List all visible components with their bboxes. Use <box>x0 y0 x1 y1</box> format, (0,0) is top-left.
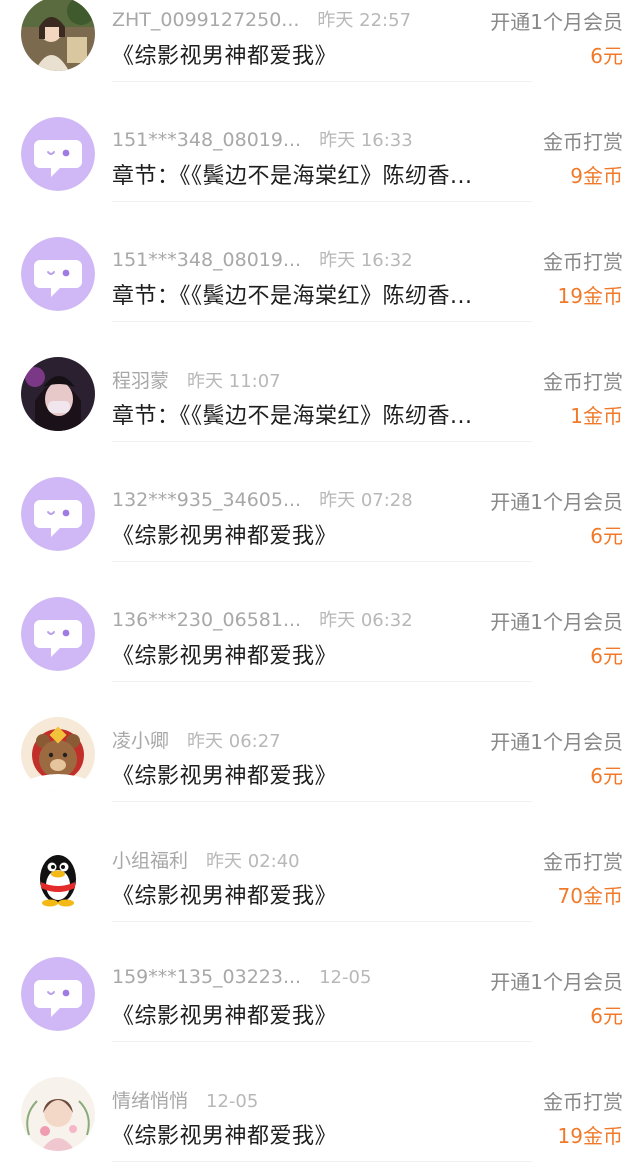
default-chat-bubble-icon[interactable] <box>21 477 95 551</box>
item-title: 章节：《《鬓边不是海棠红》陈纫香... <box>112 164 473 189</box>
reward-type: 金币打赏 <box>543 850 623 874</box>
user-meta: 136***230_06581... 昨天 06:32 <box>112 606 413 632</box>
timestamp: 昨天 02:40 <box>206 851 300 872</box>
reward-type: 金币打赏 <box>543 130 623 154</box>
list-item[interactable]: 程羽蒙 昨天 11:07 章节：《《鬓边不是海棠红》陈纫香... 金币打赏 1金币 <box>0 322 640 442</box>
reward-type: 金币打赏 <box>543 370 623 394</box>
reward-amount: 19金币 <box>557 1124 623 1148</box>
list-item[interactable]: 151***348_08019... 昨天 16:32 章节：《《鬓边不是海棠红》陈… <box>0 202 640 322</box>
user-meta: 程羽蒙 昨天 11:07 <box>112 366 281 393</box>
list-item[interactable]: 情绪悄悄 12-05 《综影视男神都爱我》 金币打赏 19金币 <box>0 1042 640 1162</box>
reward-record-list: ZHT_0099127250... 昨天 22:57 《综影视男神都爱我》 开通1个月… <box>0 0 640 1162</box>
user-meta: 小组福利 昨天 02:40 <box>112 846 300 873</box>
user-meta: 151***348_08019... 昨天 16:32 <box>112 246 413 272</box>
reward-amount: 6元 <box>590 524 623 548</box>
photo-girl-painting-icon[interactable] <box>21 0 95 71</box>
user-meta: ZHT_0099127250... 昨天 22:57 <box>112 6 411 32</box>
user-name: 151***348_08019... <box>112 129 302 151</box>
list-item[interactable]: 136***230_06581... 昨天 06:32 《综影视男神都爱我》 开通1个… <box>0 562 640 682</box>
reward-amount: 6元 <box>590 44 623 68</box>
item-title: 《综影视男神都爱我》 <box>112 1004 338 1029</box>
timestamp: 昨天 11:07 <box>187 371 281 392</box>
reward-type: 金币打赏 <box>543 1090 623 1114</box>
list-item[interactable]: 凌小卿 昨天 06:27 《综影视男神都爱我》 开通1个月会员 6元 <box>0 682 640 802</box>
reward-amount: 6元 <box>590 644 623 668</box>
user-name: 159***135_03223... <box>112 966 302 988</box>
user-meta: 159***135_03223... 12-05 <box>112 966 371 988</box>
user-meta: 凌小卿 昨天 06:27 <box>112 726 281 753</box>
cartoon-girl-flowers-icon[interactable] <box>21 1077 95 1151</box>
timestamp: 昨天 06:27 <box>187 731 281 752</box>
list-item[interactable]: 159***135_03223... 12-05 《综影视男神都爱我》 开通1个月会员… <box>0 922 640 1042</box>
user-name: 程羽蒙 <box>112 370 170 392</box>
item-title: 《综影视男神都爱我》 <box>112 644 338 669</box>
reward-amount: 9金币 <box>570 164 623 188</box>
user-name: 情绪悄悄 <box>112 1090 189 1112</box>
default-chat-bubble-icon[interactable] <box>21 957 95 1031</box>
reward-type: 开通1个月会员 <box>490 610 623 634</box>
item-title: 《综影视男神都爱我》 <box>112 44 338 69</box>
reward-type: 开通1个月会员 <box>490 10 623 34</box>
timestamp: 昨天 06:32 <box>319 610 413 631</box>
user-name: 151***348_08019... <box>112 249 302 271</box>
item-title: 《综影视男神都爱我》 <box>112 1124 338 1149</box>
reward-amount: 70金币 <box>557 884 623 908</box>
list-item[interactable]: 151***348_08019... 昨天 16:33 章节：《《鬓边不是海棠红》陈… <box>0 82 640 202</box>
item-title: 章节：《《鬓边不是海棠红》陈纫香... <box>112 404 473 429</box>
user-meta: 132***935_34605... 昨天 07:28 <box>112 486 413 512</box>
user-name: ZHT_0099127250... <box>112 9 300 31</box>
timestamp: 昨天 22:57 <box>317 10 412 31</box>
list-item[interactable]: 小组福利 昨天 02:40 《综影视男神都爱我》 金币打赏 70金币 <box>0 802 640 922</box>
timestamp: 12-05 <box>319 967 372 988</box>
item-title: 《综影视男神都爱我》 <box>112 884 338 909</box>
item-title: 《综影视男神都爱我》 <box>112 764 338 789</box>
list-item[interactable]: 132***935_34605... 昨天 07:28 《综影视男神都爱我》 开通1个… <box>0 442 640 562</box>
item-title: 章节：《《鬓边不是海棠红》陈纫香... <box>112 284 473 309</box>
timestamp: 昨天 07:28 <box>319 490 413 511</box>
default-chat-bubble-icon[interactable] <box>21 117 95 191</box>
reward-amount: 6元 <box>590 764 623 788</box>
reward-amount: 1金币 <box>570 404 623 428</box>
user-meta: 情绪悄悄 12-05 <box>112 1086 258 1113</box>
user-meta: 151***348_08019... 昨天 16:33 <box>112 126 413 152</box>
user-name: 小组福利 <box>112 850 189 872</box>
default-chat-bubble-icon[interactable] <box>21 597 95 671</box>
user-name: 136***230_06581... <box>112 609 302 631</box>
item-title: 《综影视男神都爱我》 <box>112 524 338 549</box>
timestamp: 12-05 <box>206 1091 259 1112</box>
bear-fortune-icon[interactable] <box>21 717 95 791</box>
photo-masked-girl-icon[interactable] <box>21 357 95 431</box>
reward-type: 开通1个月会员 <box>490 730 623 754</box>
timestamp: 昨天 16:33 <box>319 130 413 151</box>
reward-type: 开通1个月会员 <box>490 490 623 514</box>
list-item[interactable]: ZHT_0099127250... 昨天 22:57 《综影视男神都爱我》 开通1个月… <box>0 0 640 82</box>
user-name: 132***935_34605... <box>112 489 302 511</box>
qq-penguin-icon[interactable] <box>21 837 95 911</box>
reward-type: 金币打赏 <box>543 250 623 274</box>
timestamp: 昨天 16:32 <box>319 250 413 271</box>
reward-type: 开通1个月会员 <box>490 970 623 994</box>
reward-amount: 6元 <box>590 1004 623 1028</box>
user-name: 凌小卿 <box>112 730 170 752</box>
reward-amount: 19金币 <box>557 284 623 308</box>
default-chat-bubble-icon[interactable] <box>21 237 95 311</box>
